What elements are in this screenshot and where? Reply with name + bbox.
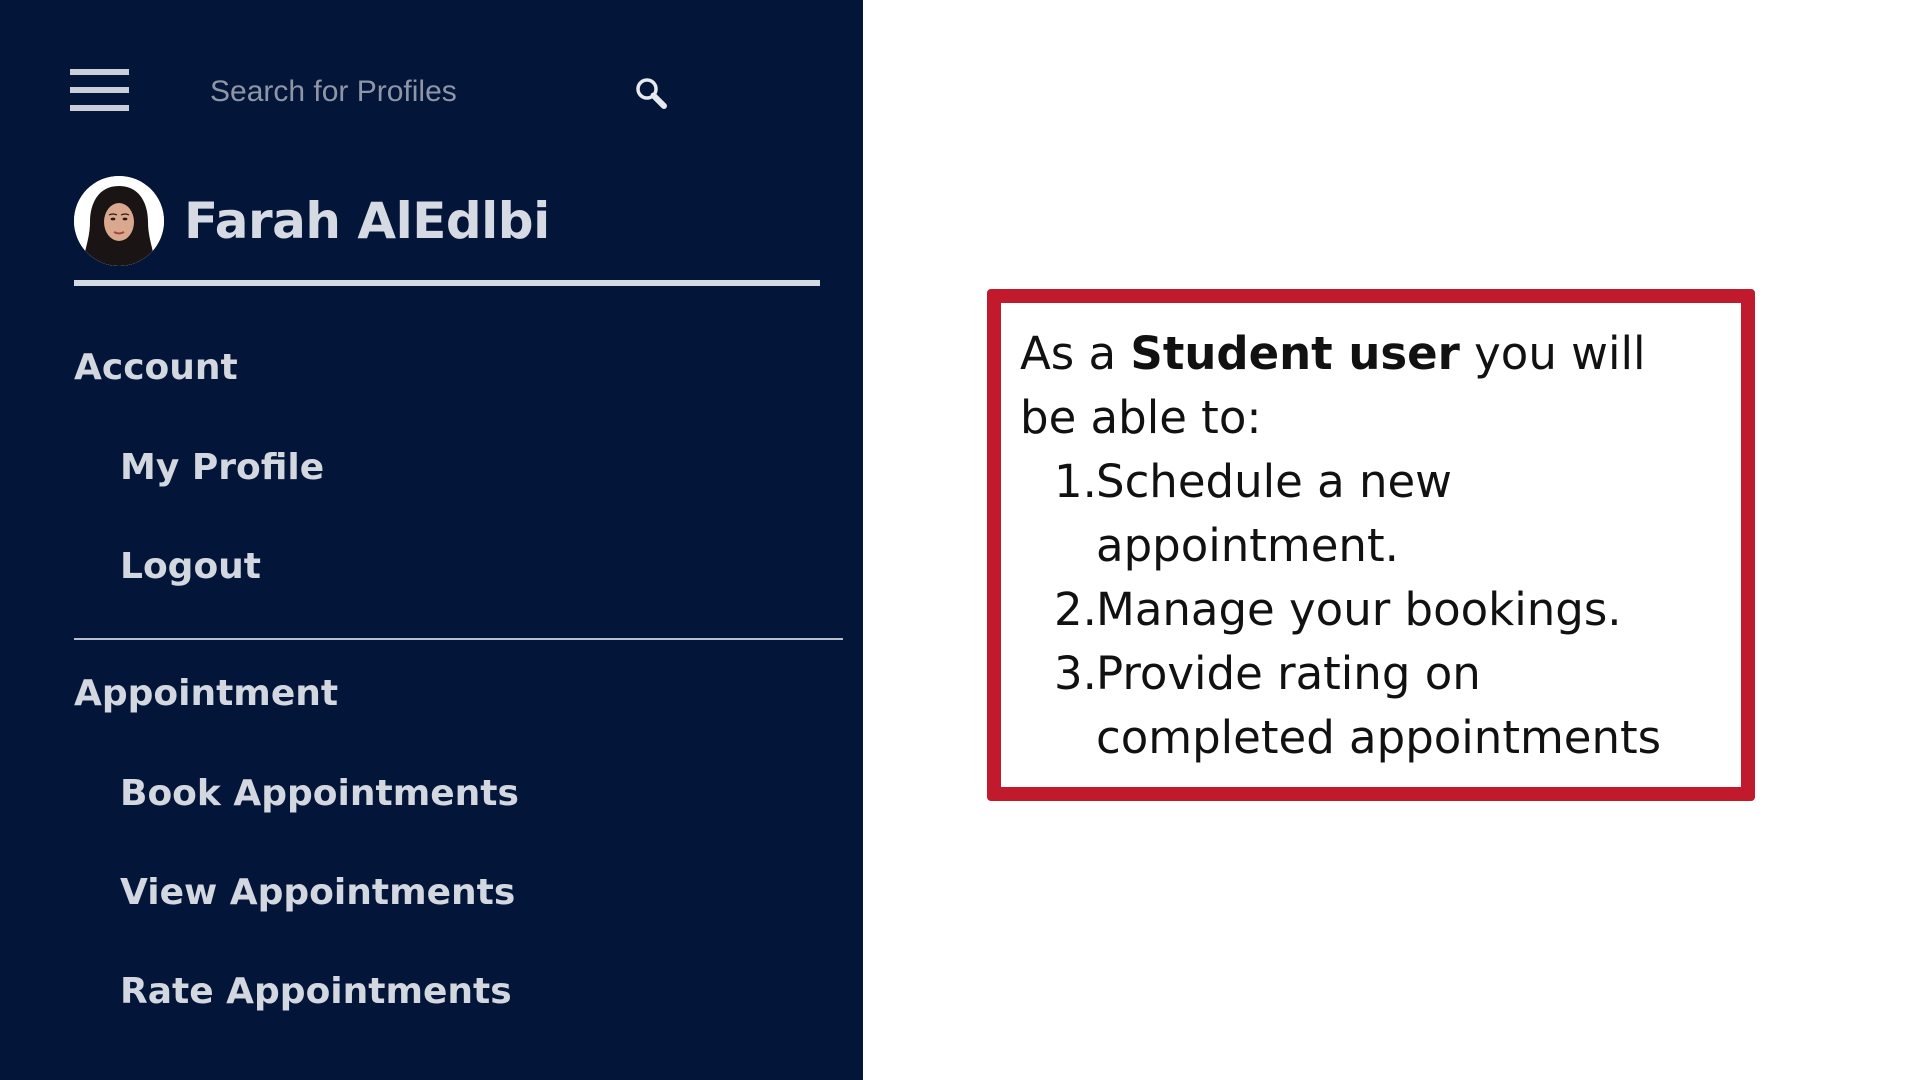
list-item-number: 1. (1054, 455, 1097, 508)
list-item-text: Schedule a new appointment. (1096, 455, 1452, 572)
section-heading-account: Account (74, 347, 238, 388)
list-item-text: Provide rating on completed appointments (1096, 647, 1662, 764)
list-item-text: Manage your bookings. (1096, 583, 1622, 636)
section-heading-appointment: Appointment (74, 673, 339, 714)
sidebar-item-my-profile[interactable]: My Profile (120, 447, 324, 488)
sidebar-item-rate-appointments[interactable]: Rate Appointments (120, 971, 512, 1012)
list-item-number: 3. (1054, 647, 1097, 700)
hamburger-menu-icon[interactable] (70, 69, 129, 112)
user-name: Farah AlEdlbi (184, 192, 550, 250)
sidebar-item-view-appointments[interactable]: View Appointments (120, 872, 515, 913)
list-item: 3. Provide rating on completed appointme… (1020, 642, 1710, 770)
avatar[interactable] (74, 176, 164, 266)
list-item-number: 2. (1054, 583, 1097, 636)
sidebar-item-logout[interactable]: Logout (120, 546, 261, 587)
sidebar: Farah AlEdlbi Account My Profile Logout … (0, 0, 863, 1080)
info-intro-bold: Student user (1130, 327, 1460, 380)
info-steps-list: 1. Schedule a new appointment. 2. Manage… (1020, 450, 1710, 770)
info-text: As a Student user you will be able to: 1… (1020, 322, 1710, 770)
name-underline (74, 280, 820, 286)
search-input[interactable] (210, 70, 620, 114)
sidebar-item-book-appointments[interactable]: Book Appointments (120, 773, 519, 814)
info-intro-prefix: As a (1020, 327, 1131, 380)
search-icon[interactable] (634, 76, 668, 110)
info-intro: As a Student user you will be able to: (1020, 322, 1710, 450)
section-divider (74, 638, 843, 640)
list-item: 1. Schedule a new appointment. (1020, 450, 1710, 578)
list-item: 2. Manage your bookings. (1020, 578, 1710, 642)
page: Farah AlEdlbi Account My Profile Logout … (0, 0, 1920, 1080)
